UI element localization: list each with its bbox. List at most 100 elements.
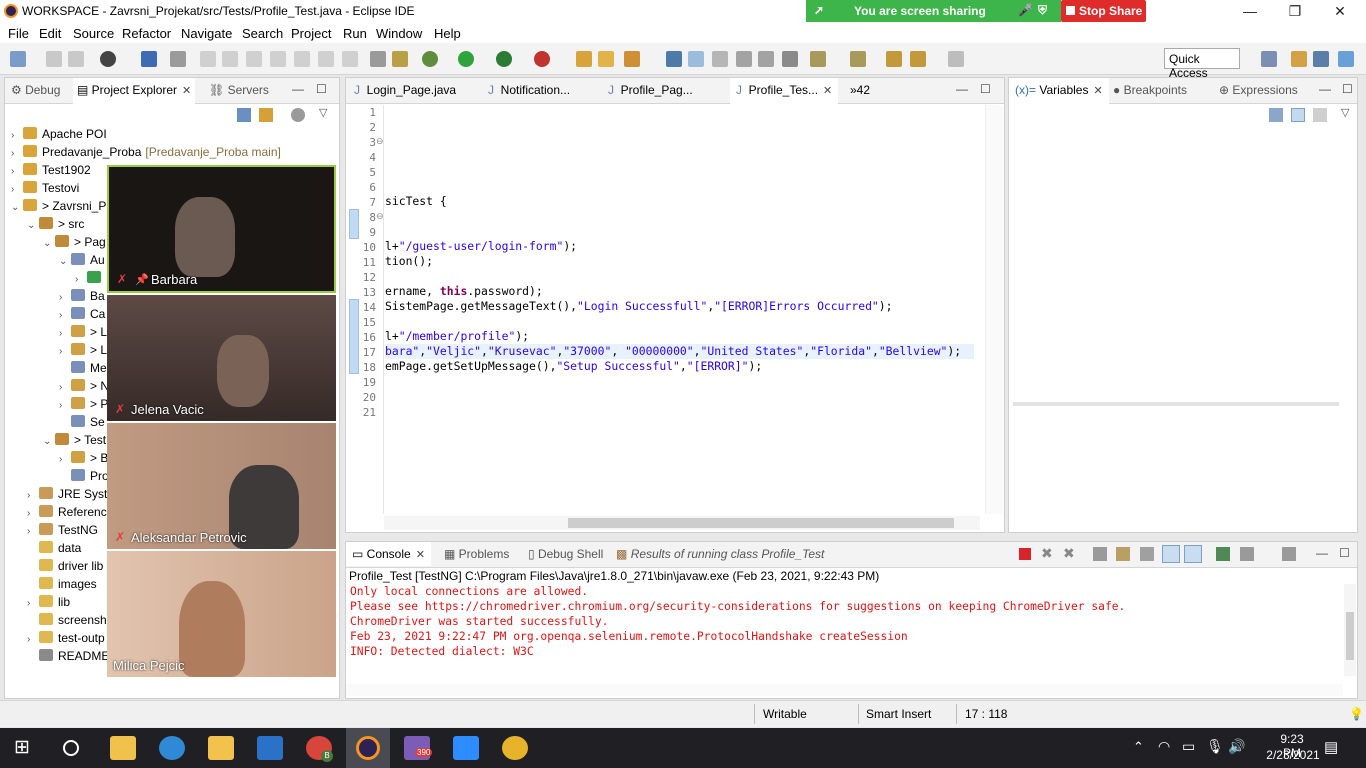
tab-profile-test[interactable]: J Profile_Tes... ✕ [730, 78, 839, 104]
video-tile-jelena[interactable]: ✗ Jelena Vacic [107, 295, 336, 421]
minimize-button[interactable]: — [1238, 2, 1262, 20]
close-tab-icon[interactable]: ✕ [182, 85, 191, 97]
tab-project-explorer[interactable]: ▤ Project Explorer ✕ [73, 78, 196, 104]
show-hidden-icons-icon[interactable]: ⌃ [1133, 739, 1144, 755]
battery-icon[interactable]: ▭ [1182, 738, 1195, 755]
code-line-14[interactable]: SistemPage.getMessageText(),"Login Succe… [385, 299, 893, 313]
chevron-down-icon[interactable]: ⌄ [43, 436, 55, 447]
file-explorer-icon[interactable] [208, 736, 234, 760]
maximize-panel-icon[interactable]: ☐ [316, 82, 327, 96]
chevron-right-icon[interactable]: › [59, 454, 71, 465]
new-package-icon[interactable] [576, 51, 592, 67]
pilcrow-icon[interactable] [782, 51, 798, 67]
tree-item[interactable]: › > L [59, 325, 107, 339]
collapse-all-icon[interactable] [237, 108, 251, 122]
menu-run[interactable]: Run [343, 26, 367, 41]
chevron-down-icon[interactable]: ⌄ [11, 202, 23, 213]
tree-item[interactable]: ⌄ > Zavrsni_P [11, 199, 106, 213]
horizontal-scroll-thumb[interactable] [568, 518, 954, 528]
menu-search[interactable]: Search [242, 26, 283, 41]
pin-console-icon[interactable] [1216, 547, 1230, 561]
view-menu-icon[interactable]: ▽ [1341, 106, 1349, 119]
tab-debug[interactable]: ⚙ Debug [11, 83, 60, 97]
console-scroll-thumb[interactable] [1346, 612, 1354, 660]
tree-item[interactable]: › > N [59, 379, 109, 393]
close-tab-icon[interactable]: ✕ [416, 549, 425, 561]
open-perspective-icon[interactable] [1261, 51, 1277, 67]
chevron-right-icon[interactable]: › [59, 346, 71, 357]
tree-item[interactable]: images [27, 577, 97, 591]
debug-perspective-icon[interactable] [1338, 51, 1354, 67]
tree-item[interactable]: Me [59, 361, 107, 375]
tree-item[interactable]: › [75, 271, 106, 285]
collapse-all-icon[interactable] [1313, 108, 1327, 122]
drop-to-frame-icon[interactable] [392, 51, 408, 67]
code-line-16[interactable]: l+"/member/profile"); [385, 329, 529, 343]
block-selection-icon[interactable] [712, 51, 728, 67]
minimize-panel-icon[interactable]: — [292, 82, 304, 96]
tab-expressions[interactable]: ⊕ Expressions [1219, 83, 1298, 97]
tree-item[interactable]: › > B [59, 451, 108, 465]
chevron-right-icon[interactable]: › [11, 184, 23, 195]
close-button[interactable]: ✕ [1328, 2, 1352, 20]
toggle-breadcrumb-icon[interactable] [666, 51, 682, 67]
step-return-icon[interactable] [342, 51, 358, 67]
coverage-icon[interactable] [496, 51, 512, 67]
tree-item[interactable]: data [27, 541, 81, 555]
show-whitespace-icon[interactable] [758, 51, 774, 67]
search-icon[interactable] [624, 51, 640, 67]
maximize-editor-icon[interactable]: ☐ [980, 82, 991, 96]
tree-item[interactable]: › Test1902 [11, 163, 91, 177]
clear-console-icon[interactable] [1093, 547, 1107, 561]
chevron-right-icon[interactable]: › [27, 508, 39, 519]
tree-item[interactable]: ⌄ > Test [43, 433, 106, 447]
chevron-right-icon[interactable]: › [59, 292, 71, 303]
viber-icon[interactable]: 390 [404, 736, 433, 760]
zoom-icon[interactable] [453, 736, 479, 760]
menu-help[interactable]: Help [434, 26, 461, 41]
word-wrap-icon[interactable] [1140, 547, 1154, 561]
fold-icon[interactable]: ⊖ [376, 136, 384, 147]
tree-item[interactable]: › > L [59, 343, 107, 357]
terminate-icon[interactable] [246, 51, 262, 67]
run-icon[interactable] [458, 51, 474, 67]
close-tab-icon[interactable]: ✕ [1093, 85, 1102, 97]
clock-date[interactable]: 2/23/2021 [1264, 748, 1322, 762]
java-perspective-icon[interactable] [1291, 51, 1307, 67]
tree-item[interactable]: driver lib [27, 559, 103, 573]
remove-all-icon[interactable]: ✖ [1063, 545, 1075, 562]
menu-window[interactable]: Window [376, 26, 422, 41]
cortana-search-icon[interactable] [63, 740, 79, 756]
volume-icon[interactable]: 🔊 [1228, 738, 1245, 755]
video-tile-aleksandar[interactable]: ✗ Aleksandar Petrovic [107, 423, 336, 549]
chevron-down-icon[interactable]: ⌄ [59, 256, 71, 267]
terminate-icon[interactable] [1019, 548, 1031, 560]
remove-launch-icon[interactable]: ✖ [1041, 545, 1053, 562]
chevron-right-icon[interactable]: › [11, 130, 23, 141]
show-on-output-icon[interactable] [1162, 545, 1180, 563]
chevron-right-icon[interactable]: › [59, 400, 71, 411]
step-over-icon[interactable] [318, 51, 334, 67]
edge-icon[interactable] [159, 736, 185, 760]
video-tile-milica[interactable]: Milica Pejcic [107, 551, 336, 677]
mark-occurrences-icon[interactable] [688, 51, 704, 67]
display-console-icon[interactable] [1240, 547, 1254, 561]
minimize-editor-icon[interactable]: — [956, 82, 968, 96]
chevron-right-icon[interactable]: › [75, 274, 87, 285]
tree-item[interactable]: › Referenc [27, 505, 107, 519]
previous-annotation-icon[interactable] [850, 51, 866, 67]
panel-sash[interactable] [1013, 402, 1339, 406]
chevron-down-icon[interactable]: ⌄ [43, 238, 55, 249]
code-line-11[interactable]: tion(); [385, 254, 433, 268]
menu-refactor[interactable]: Refactor [122, 26, 171, 41]
back-icon[interactable] [910, 51, 926, 67]
menu-file[interactable]: File [8, 26, 29, 41]
tree-item[interactable]: screensh [27, 613, 107, 627]
open-console-icon[interactable] [1282, 547, 1296, 561]
tree-item[interactable]: › JRE Syste [27, 487, 114, 501]
tree-item[interactable]: ⌄ > src [27, 217, 84, 231]
tab-breakpoints[interactable]: ● Breakpoints [1113, 83, 1187, 97]
code-line-10[interactable]: l+"/guest-user/login-form"); [385, 239, 577, 253]
chrome-icon[interactable] [502, 736, 528, 760]
quick-access-input[interactable]: Quick Access [1164, 48, 1240, 80]
